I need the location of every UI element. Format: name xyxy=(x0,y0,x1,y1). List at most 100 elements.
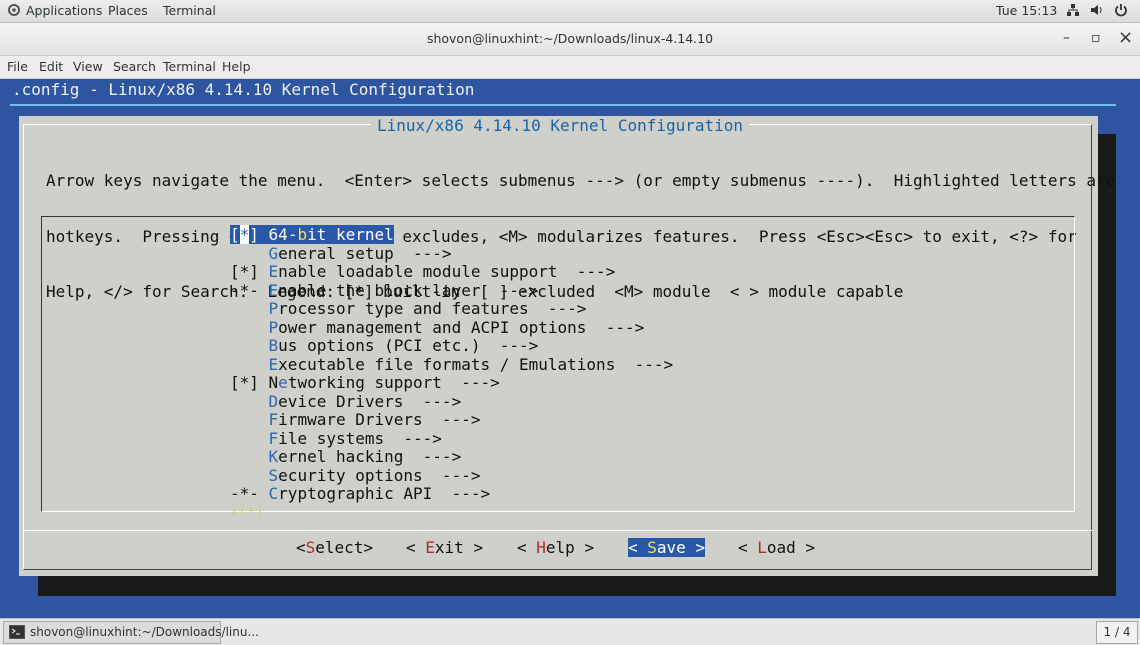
load-button[interactable]: < Load > xyxy=(738,538,815,557)
item-hotkey: E xyxy=(268,280,279,300)
menu-item[interactable]: Device Drivers ---> xyxy=(230,391,673,412)
item-prefix: -*- xyxy=(230,280,269,300)
item-text: N xyxy=(268,373,279,392)
item-hotkey: G xyxy=(268,243,279,263)
item-prefix: [ xyxy=(230,225,240,244)
menu-file[interactable]: File xyxy=(7,59,28,74)
item-prefix xyxy=(230,355,269,374)
item-hotkey: F xyxy=(268,428,279,448)
maximize-button[interactable]: ▫ xyxy=(1091,30,1101,46)
power-icon[interactable] xyxy=(1114,3,1128,20)
menu-item[interactable]: -*- Cryptographic API ---> xyxy=(230,484,673,504)
clock[interactable]: Tue 15:13 xyxy=(996,3,1057,18)
window-titlebar: shovon@linuxhint:~/Downloads/linux-4.14.… xyxy=(0,23,1140,56)
menu-help[interactable]: Help xyxy=(222,59,251,74)
applications-menu[interactable]: Applications xyxy=(26,3,102,18)
more-indicator: ↓(+) xyxy=(230,503,264,519)
taskbar-window-button[interactable]: shovon@linuxhint:~/Downloads/linu... xyxy=(3,621,259,644)
menu-item[interactable]: General setup ---> xyxy=(230,243,673,264)
menu-item[interactable]: [*] 64-bit kernel xyxy=(230,225,673,245)
menu-item[interactable]: -*- Enable the block layer ---> xyxy=(230,280,673,301)
item-text: tworking support ---> xyxy=(287,373,500,392)
menu-item[interactable]: [*] Networking support ---> xyxy=(230,373,673,393)
menu-terminal[interactable]: Terminal xyxy=(163,59,216,74)
item-hotkey: e xyxy=(278,373,288,392)
places-menu[interactable]: Places xyxy=(108,3,148,18)
item-text: ernel hacking ---> xyxy=(278,447,462,466)
item-text: nable the block layer ---> xyxy=(278,280,539,300)
network-icon[interactable] xyxy=(1066,3,1080,20)
item-prefix xyxy=(230,447,269,466)
menu-search[interactable]: Search xyxy=(113,59,156,74)
help-line: Arrow keys navigate the menu. <Enter> se… xyxy=(46,171,1116,190)
exit-button[interactable]: < Exit > xyxy=(406,538,483,557)
close-button[interactable]: × xyxy=(1118,27,1133,48)
item-text: rocessor type and features ---> xyxy=(278,299,587,318)
item-hotkey: K xyxy=(268,447,279,466)
item-hotkey: C xyxy=(268,484,279,503)
item-hotkey: S xyxy=(268,465,279,485)
item-hotkey: b xyxy=(297,225,308,244)
help-button[interactable]: < Help > xyxy=(517,538,594,557)
item-prefix: [*] xyxy=(230,373,269,392)
menu-item[interactable]: Power management and ACPI options ---> xyxy=(230,317,673,338)
minimize-button[interactable]: – xyxy=(1063,30,1070,46)
item-prefix: ] xyxy=(249,225,269,244)
item-hotkey: E xyxy=(268,262,279,281)
item-label: 64-bit kernel xyxy=(268,225,394,244)
applications-icon[interactable] xyxy=(7,3,21,20)
terminal-app-menu[interactable]: Terminal xyxy=(163,3,216,18)
item-text: ile systems ---> xyxy=(278,428,442,448)
menu-item[interactable]: Bus options (PCI etc.) ---> xyxy=(230,336,673,356)
item-hotkey: E xyxy=(268,354,279,374)
dialog-title: Linux/x86 4.14.10 Kernel Configuration xyxy=(371,116,750,135)
item-text: irmware Drivers ---> xyxy=(278,410,481,429)
bottom-taskbar: shovon@linuxhint:~/Downloads/linu... 1 /… xyxy=(0,618,1140,645)
item-prefix xyxy=(230,410,269,429)
menu-item[interactable]: File systems ---> xyxy=(230,428,673,449)
menu-item[interactable]: Executable file formats / Emulations ---… xyxy=(230,354,674,375)
button-separator xyxy=(23,530,1092,531)
item-text: ecurity options ---> xyxy=(278,465,481,485)
save-button[interactable]: < Save > xyxy=(628,538,706,557)
menu-item[interactable]: Processor type and features ---> xyxy=(230,299,673,319)
terminal-area[interactable]: .config - Linux/x86 4.14.10 Kernel Confi… xyxy=(0,79,1140,618)
item-text: evice Drivers ---> xyxy=(278,391,462,411)
item-hotkey: F xyxy=(268,410,279,429)
item-prefix xyxy=(230,392,269,411)
menu-list: [*] 64-bit kernel General setup ---> [*] … xyxy=(230,225,674,504)
item-hotkey: P xyxy=(268,317,279,337)
item-text: xecutable file formats / Emulations ---> xyxy=(278,354,674,374)
text-cursor: * xyxy=(239,225,250,244)
config-header: .config - Linux/x86 4.14.10 Kernel Confi… xyxy=(12,80,475,99)
menu-item[interactable]: Firmware Drivers ---> xyxy=(230,410,673,430)
item-prefix: -*- xyxy=(230,484,269,503)
menu-item[interactable]: Kernel hacking ---> xyxy=(230,447,673,467)
terminal-icon xyxy=(9,625,25,642)
item-hotkey: D xyxy=(268,391,279,411)
kernel-config-dialog: Linux/x86 4.14.10 Kernel Configuration A… xyxy=(19,116,1115,576)
item-text: ryptographic API ---> xyxy=(278,484,491,503)
item-prefix xyxy=(230,466,269,485)
menu-edit[interactable]: Edit xyxy=(39,59,63,74)
item-text: nable loadable module support ---> xyxy=(278,262,616,281)
item-prefix xyxy=(230,336,269,355)
item-text: 64- xyxy=(268,225,298,244)
workspace-pager[interactable]: 1 / 4 xyxy=(1096,621,1138,644)
select-button[interactable]: <Select> xyxy=(296,538,373,557)
header-rule xyxy=(10,104,1116,106)
menu-item[interactable]: Security options ---> xyxy=(230,465,673,486)
top-panel: Applications Places Terminal Tue 15:13 xyxy=(0,0,1140,23)
terminal-menubar: File Edit View Search Terminal Help xyxy=(0,56,1140,79)
menu-view[interactable]: View xyxy=(73,59,103,74)
item-prefix xyxy=(230,299,269,318)
item-text: it kernel xyxy=(307,225,394,244)
taskbar-window-label: shovon@linuxhint:~/Downloads/linu... xyxy=(30,625,259,639)
volume-icon[interactable] xyxy=(1090,3,1104,20)
item-hotkey: B xyxy=(268,336,279,355)
item-text: us options (PCI etc.) ---> xyxy=(278,336,539,355)
item-prefix xyxy=(230,429,269,448)
menu-item[interactable]: [*] Enable loadable module support ---> xyxy=(230,262,673,282)
item-prefix xyxy=(230,244,269,263)
item-prefix: [*] xyxy=(230,262,269,281)
